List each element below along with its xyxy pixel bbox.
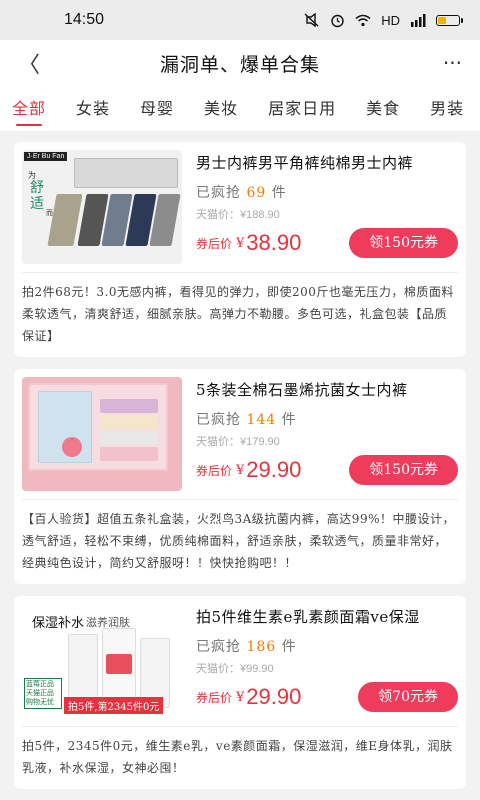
alarm-icon <box>331 14 344 27</box>
yen-symbol: ¥ <box>236 462 245 478</box>
image-box <box>74 158 178 188</box>
product-image[interactable] <box>22 377 182 491</box>
product-description: 【百人验货】超值五条礼盒装，火烈鸟3A级抗菌内裤，高达99%！中腰设计，透气舒适… <box>22 499 458 584</box>
after-coupon-label: 券后价 <box>196 463 233 478</box>
original-price: 天猫价：¥99.90 <box>196 663 274 675</box>
signal-icon <box>411 13 426 27</box>
more-dots-icon[interactable]: ··· <box>432 51 462 75</box>
image-box <box>100 399 158 413</box>
battery-icon <box>436 14 463 26</box>
status-time: 14:50 <box>64 11 105 28</box>
sold-prefix: 已疯抢 <box>196 639 241 655</box>
battery-level <box>438 16 446 24</box>
status-icons: HD <box>304 12 463 28</box>
sold-suffix: 件 <box>281 412 297 428</box>
tab-home[interactable]: 居家日用 <box>268 86 336 131</box>
after-coupon-label: 券后价 <box>196 236 233 251</box>
mute-icon <box>304 13 319 27</box>
price-row: 券后价 ¥ 38.90 领150元券 <box>196 228 458 258</box>
hd-label: HD <box>381 12 400 28</box>
original-price: 天猫价：¥179.90 <box>196 436 280 448</box>
sold-prefix: 已疯抢 <box>196 185 241 201</box>
sold-number: 144 <box>246 412 277 428</box>
status-bar: 14:50 HD <box>0 0 480 40</box>
image-text: 舒 适 <box>30 180 44 212</box>
product-title[interactable]: 5条装全棉石墨烯抗菌女士内裤 <box>196 379 458 401</box>
coupon-price: 29.90 <box>246 684 302 709</box>
wifi-icon <box>355 14 371 26</box>
product-info: 5条装全棉石墨烯抗菌女士内裤 已疯抢 144 件 天猫价：¥179.90 券后价… <box>182 377 458 491</box>
get-coupon-button[interactable]: 领150元券 <box>349 455 458 485</box>
price-row: 券后价 ¥ 29.90 领70元券 <box>196 682 458 712</box>
yen-symbol: ¥ <box>236 689 245 705</box>
original-price: 天猫价：¥188.90 <box>196 209 280 221</box>
product-info: 男士内裤男平角裤纯棉男士内裤 已疯抢 69 件 天猫价：¥188.90 券后价 … <box>182 150 458 264</box>
product-title[interactable]: 拍5件维生素e乳素颜面霜ve保湿 <box>196 606 458 628</box>
price-row: 券后价 ¥ 29.90 领150元券 <box>196 455 458 485</box>
sold-count: 已疯抢 186 件 <box>196 636 458 656</box>
tab-food[interactable]: 美食 <box>366 86 400 131</box>
get-coupon-button[interactable]: 领150元券 <box>349 228 458 258</box>
image-box <box>62 437 82 457</box>
product-main: J·Er Bu Fan 为 舒 适 而生 男士内裤男平角裤纯棉男士内裤 已疯抢 … <box>14 142 466 272</box>
coupon-price: 29.90 <box>246 457 302 482</box>
product-title[interactable]: 男士内裤男平角裤纯棉男士内裤 <box>196 152 458 174</box>
image-box <box>100 431 158 445</box>
tab-baby[interactable]: 母婴 <box>140 86 174 131</box>
back-chevron-icon[interactable]: 〈 <box>18 47 48 79</box>
tab-women[interactable]: 女装 <box>76 86 110 131</box>
image-text: 保湿补水 <box>32 616 85 631</box>
sold-number: 186 <box>246 639 277 655</box>
yen-symbol: ¥ <box>236 235 245 251</box>
image-box <box>100 447 158 461</box>
product-card[interactable]: 保湿补水 滋养润肤 蓝莓正品 天猫正品 购物无忧 拍5件,第2345件0元 拍5… <box>14 596 466 789</box>
product-info: 拍5件维生素e乳素颜面霜ve保湿 已疯抢 186 件 天猫价：¥99.90 券后… <box>182 604 458 718</box>
sold-suffix: 件 <box>281 639 297 655</box>
sold-number: 69 <box>246 185 267 201</box>
product-card[interactable]: J·Er Bu Fan 为 舒 适 而生 男士内裤男平角裤纯棉男士内裤 已疯抢 … <box>14 142 466 357</box>
tab-all[interactable]: 全部 <box>12 86 46 131</box>
page-title: 漏洞单、爆单合集 <box>159 53 320 76</box>
product-description: 拍5件，2345件0元，维生素e乳，ve素颜面霜，保湿滋润，维E身体乳，润肤乳液… <box>22 726 458 789</box>
get-coupon-button[interactable]: 领70元券 <box>358 682 458 712</box>
product-description: 拍2件68元！3.0无感内裤，看得见的弹力，即使200斤也毫无压力，棉质面料柔软… <box>22 272 458 357</box>
category-tabs: 全部 女装 母婴 美妆 居家日用 美食 男装 <box>0 86 480 132</box>
sold-suffix: 件 <box>271 185 287 201</box>
brand-label: J·Er Bu Fan <box>24 152 68 161</box>
image-text: 拍5件,第2345件0元 <box>64 697 164 714</box>
product-card[interactable]: 5条装全棉石墨烯抗菌女士内裤 已疯抢 144 件 天猫价：¥179.90 券后价… <box>14 369 466 584</box>
image-text: 蓝莓正品 天猫正品 购物无忧 <box>24 678 62 709</box>
image-box <box>100 415 158 429</box>
tab-beauty[interactable]: 美妆 <box>204 86 238 131</box>
sold-count: 已疯抢 144 件 <box>196 409 458 429</box>
tab-men[interactable]: 男装 <box>430 86 464 131</box>
product-main: 保湿补水 滋养润肤 蓝莓正品 天猫正品 购物无忧 拍5件,第2345件0元 拍5… <box>14 596 466 726</box>
image-box <box>47 194 83 246</box>
sold-prefix: 已疯抢 <box>196 412 241 428</box>
product-image[interactable]: J·Er Bu Fan 为 舒 适 而生 <box>22 150 182 264</box>
product-image[interactable]: 保湿补水 滋养润肤 蓝莓正品 天猫正品 购物无忧 拍5件,第2345件0元 <box>22 604 182 718</box>
nav-bar: 〈 漏洞单、爆单合集 ··· <box>0 40 480 86</box>
product-list: J·Er Bu Fan 为 舒 适 而生 男士内裤男平角裤纯棉男士内裤 已疯抢 … <box>0 142 480 800</box>
product-main: 5条装全棉石墨烯抗菌女士内裤 已疯抢 144 件 天猫价：¥179.90 券后价… <box>14 369 466 499</box>
sold-count: 已疯抢 69 件 <box>196 182 458 202</box>
coupon-price: 38.90 <box>246 230 302 255</box>
after-coupon-label: 券后价 <box>196 690 233 705</box>
image-box <box>106 654 132 674</box>
